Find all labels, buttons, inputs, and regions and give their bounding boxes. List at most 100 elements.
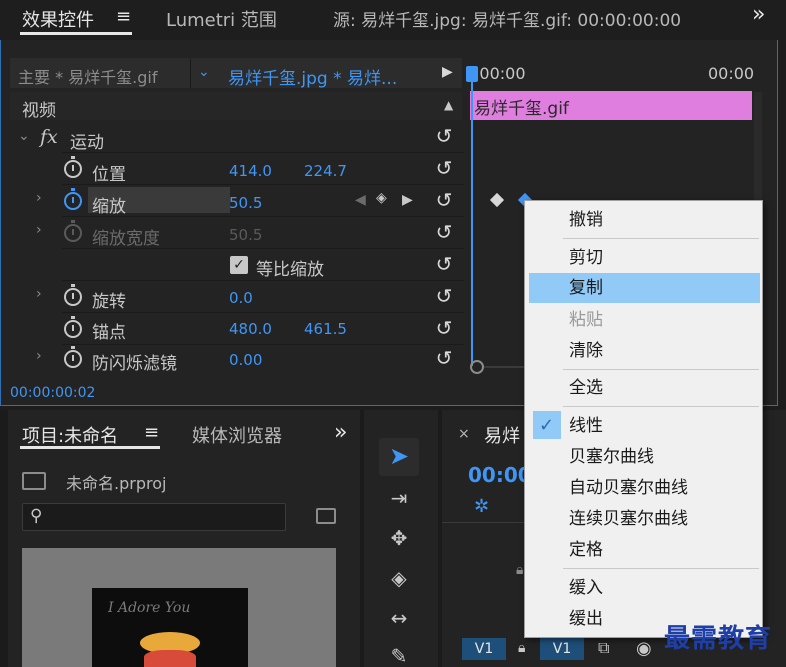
- zoom-scrollbar[interactable]: [484, 366, 524, 368]
- chevron-right-icon[interactable]: ›: [36, 348, 42, 364]
- menu-item-ease-in[interactable]: 缓入: [529, 573, 760, 603]
- track-v1-target[interactable]: V1: [540, 638, 584, 660]
- chevron-right-icon[interactable]: ›: [36, 222, 42, 238]
- pen-tool-icon[interactable]: ✎: [379, 644, 419, 667]
- anti-flicker-value[interactable]: 0.00: [229, 351, 262, 369]
- menu-separator: [563, 238, 759, 239]
- rotation-value[interactable]: 0.0: [229, 289, 253, 307]
- new-bin-search-icon[interactable]: [316, 508, 336, 524]
- prev-keyframe-icon[interactable]: ◀: [355, 192, 366, 208]
- media-thumbnail[interactable]: I Adore You: [22, 548, 336, 667]
- watermark-logo: 最需教育: [664, 624, 773, 654]
- motion-label: 运动: [70, 133, 104, 153]
- position-x-value[interactable]: 414.0: [229, 162, 272, 180]
- timeline-clip-bar[interactable]: 易烊千玺.gif: [470, 91, 752, 120]
- stopwatch-icon[interactable]: [64, 156, 82, 178]
- tab-sequence[interactable]: 易烊: [484, 422, 520, 448]
- anchor-y-value[interactable]: 461.5: [304, 320, 347, 338]
- track-v1-source[interactable]: V1: [462, 638, 506, 660]
- chevron-right-icon[interactable]: ›: [36, 286, 42, 302]
- more-panels-icon[interactable]: »: [334, 420, 347, 445]
- prop-uniform-scale-label: 等比缩放: [256, 260, 324, 280]
- more-panels-icon[interactable]: »: [752, 2, 765, 27]
- divider: [62, 280, 464, 281]
- reset-icon[interactable]: ↺: [433, 252, 455, 276]
- project-search-input[interactable]: [22, 503, 286, 531]
- menu-item-clear[interactable]: 清除: [529, 336, 760, 366]
- play-triangle-icon[interactable]: ▶: [442, 64, 453, 80]
- menu-item-linear[interactable]: ✓ 线性: [529, 411, 760, 441]
- divider: [190, 58, 191, 88]
- divider: [62, 216, 464, 217]
- prop-anchor-label: 锚点: [92, 323, 126, 343]
- razor-tool-icon[interactable]: ◈: [379, 566, 419, 590]
- position-y-value[interactable]: 224.7: [304, 162, 347, 180]
- tab-source-monitor[interactable]: 源: 易烊千玺.jpg: 易烊千玺.gif: 00:00:00:00: [333, 6, 681, 31]
- reset-icon[interactable]: ↺: [433, 346, 455, 370]
- reset-icon[interactable]: ↺: [433, 220, 455, 244]
- menu-item-continuous-bezier[interactable]: 连续贝塞尔曲线: [529, 504, 760, 534]
- ripple-edit-tool-icon[interactable]: ✥: [379, 526, 419, 550]
- sequence-clip-dropdown[interactable]: 易烊千玺.jpg * 易烊...: [228, 64, 397, 89]
- collapse-up-icon[interactable]: ▲: [444, 98, 453, 112]
- reset-icon[interactable]: ↺: [433, 188, 455, 212]
- eye-icon[interactable]: ◉: [636, 638, 652, 659]
- scale-value[interactable]: 50.5: [229, 194, 262, 212]
- track-select-tool-icon[interactable]: ⇥: [379, 486, 419, 510]
- menu-item-copy[interactable]: 复制: [529, 273, 760, 303]
- chevron-right-icon[interactable]: ›: [36, 190, 42, 206]
- stopwatch-icon[interactable]: [64, 284, 82, 306]
- reset-icon[interactable]: ↺: [433, 124, 455, 148]
- anchor-x-value[interactable]: 480.0: [229, 320, 272, 338]
- timeline-start-time: :00:00: [474, 64, 526, 83]
- reset-icon[interactable]: ↺: [433, 156, 455, 180]
- playhead[interactable]: [471, 66, 473, 366]
- selection-tool-icon[interactable]: ➤: [379, 442, 419, 470]
- stopwatch-icon[interactable]: [64, 346, 82, 368]
- panel-menu-icon[interactable]: ≡: [144, 422, 159, 443]
- master-clip-label[interactable]: 主要 * 易烊千玺.gif: [18, 64, 158, 88]
- zoom-handle[interactable]: [470, 360, 484, 374]
- add-keyframe-icon[interactable]: ◈: [376, 190, 387, 206]
- next-keyframe-icon[interactable]: ▶: [402, 192, 413, 208]
- menu-item-select-all[interactable]: 全选: [529, 373, 760, 403]
- sequence-timecode[interactable]: 00:00: [468, 463, 532, 487]
- tab-effect-controls[interactable]: 效果控件: [22, 6, 94, 32]
- stopwatch-active-icon[interactable]: [64, 188, 82, 210]
- prop-scale-label: 缩放: [92, 197, 126, 217]
- chevron-down-icon[interactable]: ⌄: [18, 128, 30, 144]
- tab-project[interactable]: 项目:未命名: [22, 422, 118, 448]
- stopwatch-icon[interactable]: [64, 316, 82, 338]
- menu-item-cut[interactable]: 剪切: [529, 243, 760, 273]
- thumbnail-figure-lower: [144, 650, 196, 667]
- checkmark-icon: ✓: [539, 415, 555, 436]
- close-icon[interactable]: ×: [458, 426, 470, 442]
- sync-lock-icon[interactable]: ⧉: [598, 638, 609, 658]
- lock-icon[interactable]: 🔒︎: [516, 562, 523, 578]
- menu-separator: [563, 568, 759, 569]
- stopwatch-disabled-icon: [64, 220, 82, 242]
- slip-tool-icon[interactable]: ↔: [379, 606, 419, 630]
- tab-media-browser[interactable]: 媒体浏览器: [192, 422, 282, 448]
- divider: [62, 248, 464, 249]
- reset-icon[interactable]: ↺: [433, 284, 455, 308]
- snap-icon[interactable]: ✲: [474, 496, 489, 517]
- uniform-scale-checkbox[interactable]: ✓: [230, 256, 248, 274]
- divider: [62, 344, 464, 345]
- timeline-clip-name: 易烊千玺.gif: [474, 99, 569, 119]
- playhead-handle[interactable]: [466, 66, 478, 82]
- divider: [62, 152, 464, 153]
- chevron-down-icon[interactable]: ⌄: [198, 64, 210, 80]
- panel-menu-icon[interactable]: ≡: [116, 6, 131, 27]
- menu-item-hold[interactable]: 定格: [529, 535, 760, 565]
- track-lock-icon[interactable]: 🔒︎: [518, 640, 525, 656]
- fx-icon: fx: [40, 126, 58, 148]
- menu-item-undo[interactable]: 撤销: [529, 205, 760, 235]
- project-file-name: 未命名.prproj: [66, 474, 167, 493]
- tab-lumetri-scopes[interactable]: Lumetri 范围: [166, 6, 277, 32]
- menu-item-auto-bezier[interactable]: 自动贝塞尔曲线: [529, 473, 760, 503]
- reset-icon[interactable]: ↺: [433, 316, 455, 340]
- effect-controls-timecode[interactable]: 00:00:00:02: [10, 385, 95, 401]
- active-tab-indicator: [20, 446, 160, 449]
- menu-item-bezier[interactable]: 贝塞尔曲线: [529, 442, 760, 472]
